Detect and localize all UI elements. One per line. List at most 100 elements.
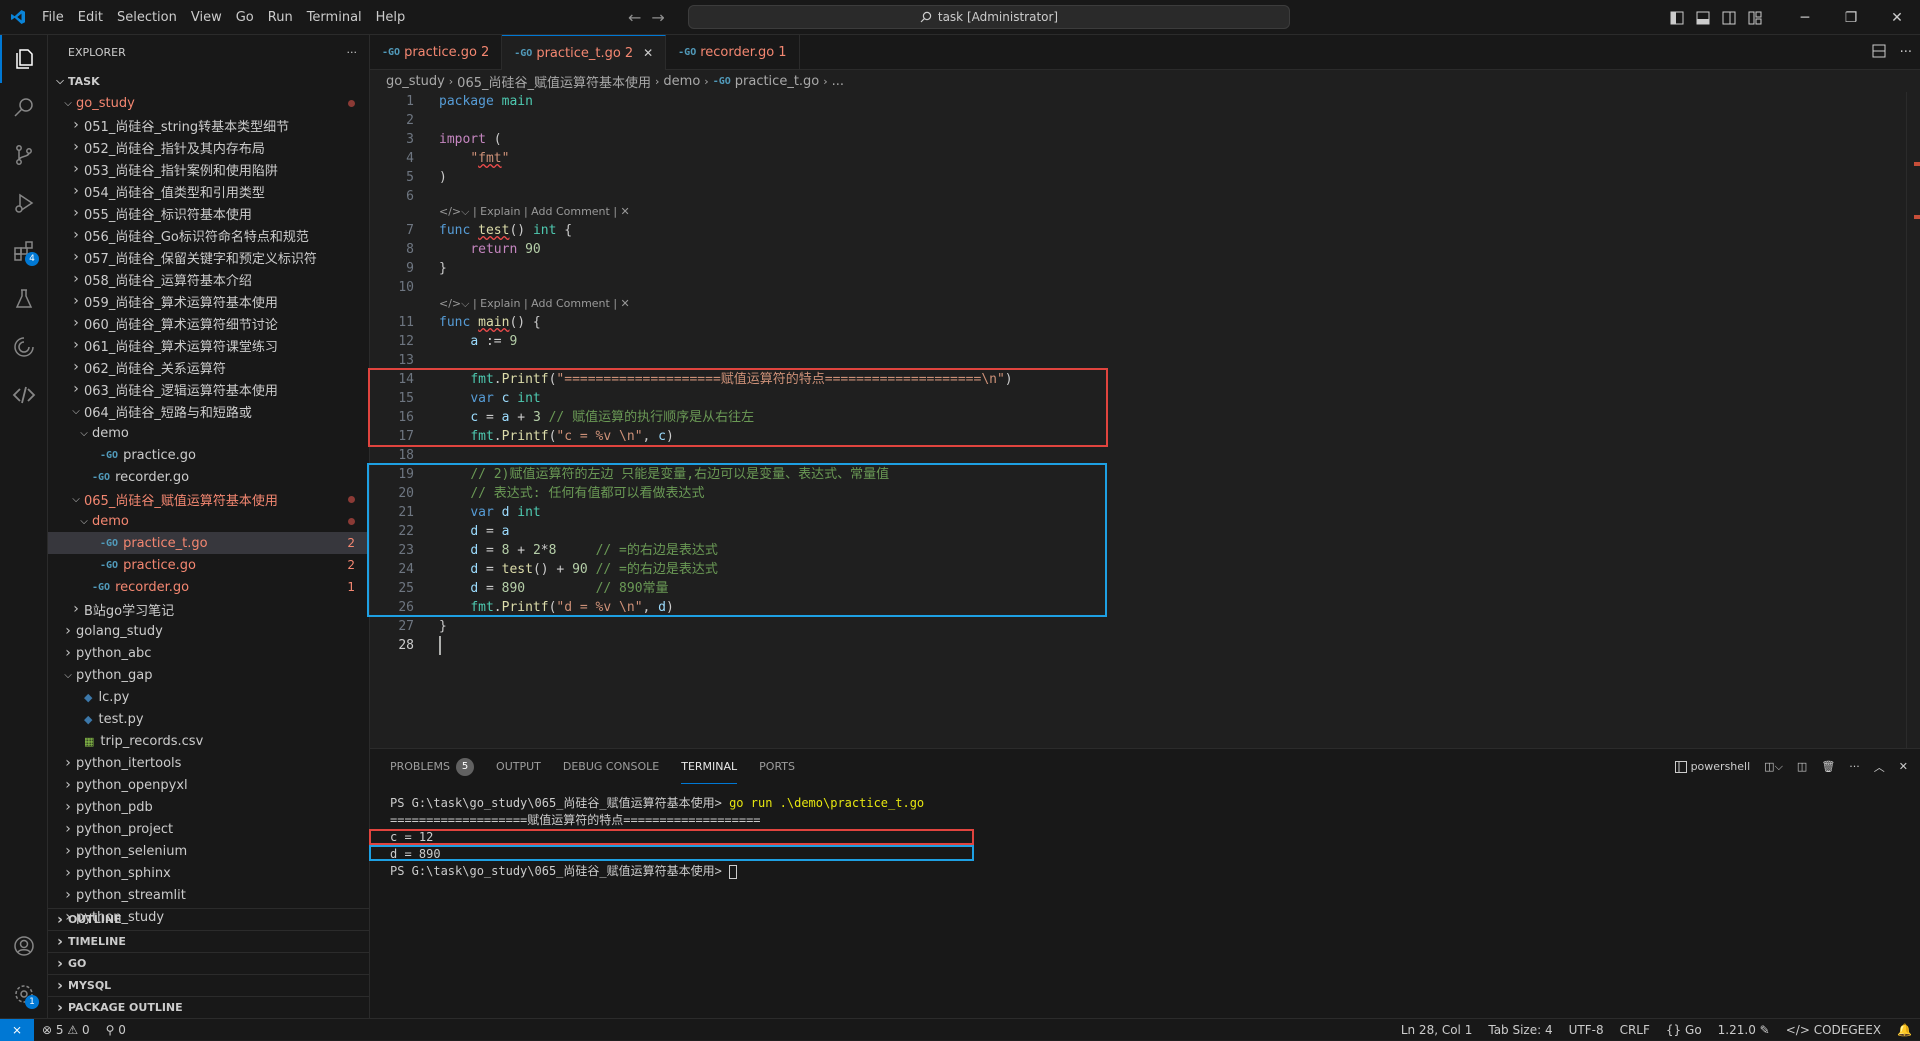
explorer-icon[interactable] xyxy=(0,35,48,83)
more-actions-icon[interactable]: ··· xyxy=(347,46,358,59)
folder-item[interactable]: › 058_尚硅谷_运算符基本介绍 xyxy=(48,268,369,290)
menu-help[interactable]: Help xyxy=(369,0,413,35)
file-item[interactable]: -GO practice.go xyxy=(48,444,369,466)
close-panel-icon[interactable]: ✕ xyxy=(1899,760,1908,773)
tab-recorder-go[interactable]: -GO recorder.go 1 xyxy=(666,35,800,70)
folder-item[interactable]: › 062_尚硅谷_关系运算符 xyxy=(48,356,369,378)
folder-item[interactable]: › python_itertools xyxy=(48,752,369,774)
sidebar-section-go[interactable]: › GO xyxy=(48,952,369,974)
split-terminal-icon[interactable]: ◫ xyxy=(1797,760,1807,773)
folder-item[interactable]: › python_abc xyxy=(48,642,369,664)
codelens-label[interactable]: | Explain | Add Comment | xyxy=(473,297,617,310)
tab-output[interactable]: OUTPUT xyxy=(496,749,541,784)
folder-item[interactable]: › 059_尚硅谷_算术运算符基本使用 xyxy=(48,290,369,312)
new-terminal-dropdown-icon[interactable]: ◫⌵ xyxy=(1764,760,1783,774)
breadcrumb-item[interactable]: demo xyxy=(663,74,700,89)
trash-icon[interactable]: 🗑 xyxy=(1821,760,1835,773)
tab-ports[interactable]: PORTS xyxy=(759,749,795,784)
end-of-line[interactable]: CRLF xyxy=(1612,1023,1658,1037)
accounts-icon[interactable] xyxy=(0,922,48,970)
folder-item[interactable]: › python_pdb xyxy=(48,796,369,818)
folder-item[interactable]: ⌵ go_study xyxy=(48,92,369,114)
file-item[interactable]: ◆ test.py xyxy=(48,708,369,730)
run-debug-icon[interactable] xyxy=(0,179,48,227)
breadcrumb-item[interactable]: go_study xyxy=(386,74,445,89)
folder-item[interactable]: › 063_尚硅谷_逻辑运算符基本使用 xyxy=(48,378,369,400)
folder-item[interactable]: › python_project xyxy=(48,818,369,840)
encoding[interactable]: UTF-8 xyxy=(1561,1023,1612,1037)
codelens-actions[interactable]: </>⌵ | Explain | Add Comment | ✕ xyxy=(439,202,630,221)
cursor-position[interactable]: Ln 28, Col 1 xyxy=(1393,1023,1481,1037)
sidebar-section-package-outline[interactable]: › PACKAGE OUTLINE xyxy=(48,996,369,1018)
tab-size[interactable]: Tab Size: 4 xyxy=(1480,1023,1560,1037)
codelens-label[interactable]: | Explain | Add Comment | xyxy=(473,205,617,218)
tab-debug-console[interactable]: DEBUG CONSOLE xyxy=(563,749,659,784)
code-editor[interactable]: 1 package main 2 3 import ( 4 "fmt" 5) 6 <… xyxy=(367,92,1920,748)
folder-item[interactable]: › golang_study xyxy=(48,620,369,642)
breadcrumb-item[interactable]: practice_t.go xyxy=(735,74,820,89)
breadcrumb-item[interactable]: ... xyxy=(832,74,844,89)
close-icon[interactable]: ✕ xyxy=(617,205,630,218)
toggle-panel-icon[interactable] xyxy=(1690,0,1716,35)
back-arrow-icon[interactable]: ← xyxy=(628,8,641,27)
folder-item[interactable]: › python_selenium xyxy=(48,840,369,862)
codegeex-icon[interactable] xyxy=(0,371,48,419)
menu-edit[interactable]: Edit xyxy=(71,0,110,35)
folder-item[interactable]: › python_streamlit xyxy=(48,884,369,906)
folder-item[interactable]: ⌵ 065_尚硅谷_赋值运算符基本使用 xyxy=(48,488,369,510)
close-window-icon[interactable]: ✕ xyxy=(1874,0,1920,35)
tab-terminal[interactable]: TERMINAL xyxy=(681,749,738,784)
codegeex-status[interactable]: </> CODEGEEX xyxy=(1778,1023,1889,1037)
sidebar-section-outline[interactable]: › OUTLINE xyxy=(48,908,369,930)
folder-item[interactable]: › 055_尚硅谷_标识符基本使用 xyxy=(48,202,369,224)
sidebar-section-timeline[interactable]: › TIMELINE xyxy=(48,930,369,952)
toggle-secondary-sidebar-icon[interactable] xyxy=(1716,0,1742,35)
notifications-bell-icon[interactable]: 🔔 xyxy=(1889,1023,1920,1037)
more-actions-icon[interactable]: ··· xyxy=(1849,760,1860,773)
toggle-primary-sidebar-icon[interactable] xyxy=(1664,0,1690,35)
extensions-icon[interactable]: 4 xyxy=(0,227,48,275)
folder-item[interactable]: › 057_尚硅谷_保留关键字和预定义标识符 xyxy=(48,246,369,268)
search-icon[interactable] xyxy=(0,83,48,131)
split-editor-icon[interactable] xyxy=(1872,44,1886,62)
menu-terminal[interactable]: Terminal xyxy=(300,0,369,35)
file-item[interactable]: -GO recorder.go 1 xyxy=(48,576,369,598)
remote-explorer-icon[interactable] xyxy=(0,323,48,371)
source-control-icon[interactable] xyxy=(0,131,48,179)
customize-layout-icon[interactable] xyxy=(1742,0,1768,35)
folder-item[interactable]: ⌵ python_gap xyxy=(48,664,369,686)
folder-item[interactable]: › 052_尚硅谷_指针及其内存布局 xyxy=(48,136,369,158)
folder-item[interactable]: › python_sphinx xyxy=(48,862,369,884)
remote-indicator-icon[interactable]: ⨯ xyxy=(0,1018,34,1041)
folder-item[interactable]: ⌵ demo xyxy=(48,510,369,532)
minimize-icon[interactable]: ─ xyxy=(1782,0,1828,35)
folder-item[interactable]: › 060_尚硅谷_算术运算符细节讨论 xyxy=(48,312,369,334)
tab-practice-go[interactable]: -GO practice.go 2 xyxy=(370,35,503,70)
folder-item[interactable]: › 061_尚硅谷_算术运算符课堂练习 xyxy=(48,334,369,356)
file-item[interactable]: ▦ trip_records.csv xyxy=(48,730,369,752)
menu-file[interactable]: File xyxy=(35,0,71,35)
folder-item[interactable]: › 054_尚硅谷_值类型和引用类型 xyxy=(48,180,369,202)
ports-status[interactable]: ⚲ 0 xyxy=(98,1023,134,1037)
testing-icon[interactable] xyxy=(0,275,48,323)
file-item[interactable]: ◆ lc.py xyxy=(48,686,369,708)
workspace-root[interactable]: ⌵ TASK xyxy=(48,70,369,92)
sidebar-section-mysql[interactable]: › MYSQL xyxy=(48,974,369,996)
problems-status[interactable]: ⊗ 5 ⚠ 0 xyxy=(34,1023,98,1037)
close-tab-icon[interactable]: ✕ xyxy=(643,46,653,60)
menu-run[interactable]: Run xyxy=(261,0,300,35)
folder-item[interactable]: › B站go学习笔记 xyxy=(48,598,369,620)
folder-item[interactable]: › 051_尚硅谷_string转基本类型细节 xyxy=(48,114,369,136)
settings-gear-icon[interactable]: 1 xyxy=(0,970,48,1018)
menu-selection[interactable]: Selection xyxy=(110,0,184,35)
file-item[interactable]: -GO practice_t.go 2 xyxy=(48,532,369,554)
file-item[interactable]: -GO practice.go 2 xyxy=(48,554,369,576)
command-center[interactable]: task [Administrator] xyxy=(688,5,1290,29)
codelens-actions[interactable]: </>⌵ | Explain | Add Comment | ✕ xyxy=(439,294,630,313)
folder-item[interactable]: › 056_尚硅谷_Go标识符命名特点和规范 xyxy=(48,224,369,246)
menu-go[interactable]: Go xyxy=(229,0,261,35)
more-actions-icon[interactable]: ··· xyxy=(1900,45,1912,60)
restore-icon[interactable]: ❐ xyxy=(1828,0,1874,35)
maximize-panel-icon[interactable]: ︿ xyxy=(1874,759,1885,775)
folder-item[interactable]: ⌵ demo xyxy=(48,422,369,444)
